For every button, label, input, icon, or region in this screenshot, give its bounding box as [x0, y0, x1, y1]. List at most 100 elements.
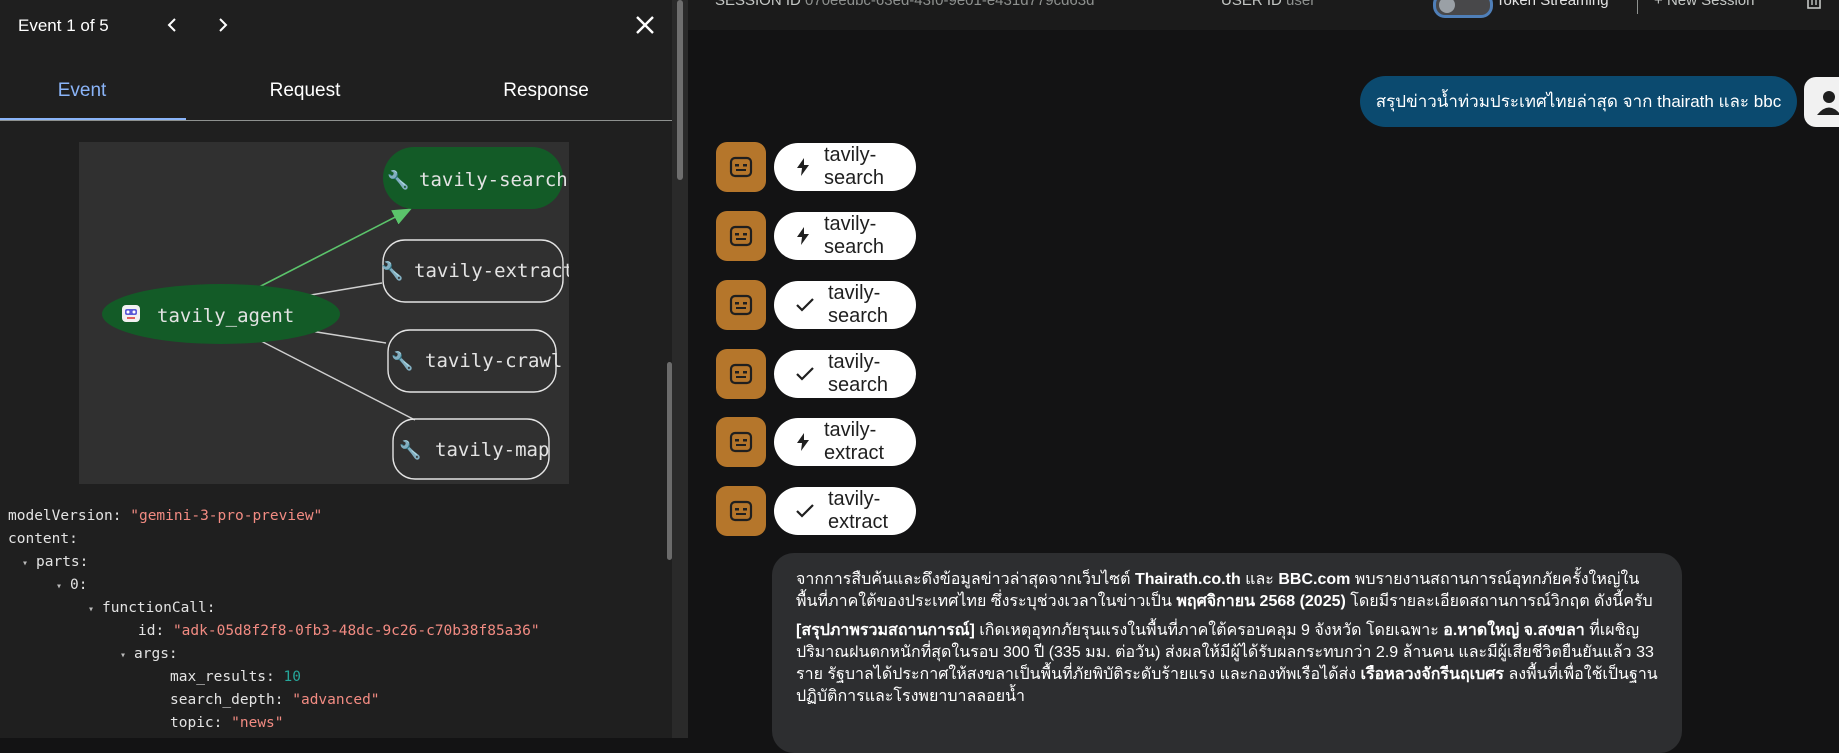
answer-text: โดยมีรายละเอียดสถานการณ์วิกฤต ดังนี้ครับ: [1345, 593, 1653, 610]
event-navigation-header: Event 1 of 5: [0, 0, 672, 52]
panel-scrollbar-thumb[interactable]: [677, 0, 683, 180]
answer-text: เกิดเหตุอุทกภัยรุนแรงในพื้นที่ภาคใต้ครอบ…: [974, 622, 1444, 639]
robot-icon: [729, 363, 753, 385]
function-chip-label: tavily-search: [828, 282, 889, 327]
bolt-icon: [796, 433, 810, 451]
new-session-label: New Session: [1666, 0, 1755, 9]
answer-bold-text: อ.หาดใหญ่ จ.สงขลา: [1443, 622, 1585, 639]
bot-avatar[interactable]: [716, 349, 766, 399]
check-icon: [796, 296, 814, 314]
bolt-icon: [796, 227, 810, 245]
json-key: content: [8, 531, 70, 547]
user-id-value: user: [1286, 0, 1316, 9]
function-response-chip[interactable]: tavily-search: [774, 281, 917, 329]
session-id: SESSION ID 070eedbc-63ed-43f0-9e01-e431d…: [715, 0, 1094, 9]
json-key: max_results: [170, 669, 267, 685]
check-icon: [796, 365, 814, 383]
answer-paragraph-2: [สรุปภาพรวมสถานการณ์] เกิดเหตุอุทกภัยรุน…: [796, 620, 1658, 708]
function-chip-label: tavily-search: [828, 351, 889, 396]
close-panel-button[interactable]: [630, 10, 660, 40]
bot-avatar[interactable]: [716, 280, 766, 330]
session-id-label: SESSION ID: [715, 0, 801, 9]
check-icon: [796, 502, 814, 520]
json-row-index[interactable]: ▾ 0:: [56, 574, 458, 597]
event-counter: Event 1 of 5: [18, 16, 109, 35]
trash-icon: [1807, 0, 1821, 9]
bot-avatar[interactable]: [716, 417, 766, 467]
expand-triangle-icon: ▾: [22, 558, 29, 569]
delete-session-button[interactable]: [1805, 0, 1823, 14]
robot-icon: [729, 156, 753, 178]
answer-bold-text: BBC.com: [1278, 571, 1351, 588]
json-key: args: [134, 646, 169, 662]
answer-paragraph-1: จากการสืบค้นและดึงข้อมูลข่าวล่าสุดจากเว็…: [796, 569, 1658, 613]
json-row-topic: topic: "news": [170, 715, 284, 731]
json-key: search_depth: [170, 692, 275, 708]
plus-icon: +: [1654, 0, 1663, 9]
json-key: functionCall: [102, 600, 207, 616]
new-session-button[interactable]: + New Session: [1654, 0, 1754, 9]
json-row-id: id: "adk-05d8f2f8-0fb3-48dc-9c26-c70b38f…: [138, 623, 540, 639]
json-row-content[interactable]: content:: [8, 528, 410, 551]
user-avatar: [1804, 77, 1839, 127]
bot-avatar[interactable]: [716, 211, 766, 261]
agent-response-message: จากการสืบค้นและดึงข้อมูลข่าวล่าสุดจากเว็…: [772, 553, 1682, 753]
topbar-divider: [1637, 0, 1638, 14]
function-response-chip[interactable]: tavily-search: [774, 350, 917, 398]
json-string: "adk-05d8f2f8-0fb3-48dc-9c26-c70b38f85a3…: [172, 623, 540, 639]
json-key: id: [138, 623, 156, 639]
user-id-label: USER ID: [1221, 0, 1282, 9]
wrench-icon: 🔧: [387, 169, 409, 190]
robot-icon: [122, 305, 140, 322]
tool-node-map-label: tavily-map: [435, 439, 549, 461]
person-icon: [1817, 91, 1839, 115]
wrench-icon: 🔧: [391, 350, 413, 371]
answer-bold-text: [สรุปภาพรวมสถานการณ์]: [796, 622, 975, 639]
json-row-max-results: max_results: 10: [170, 669, 301, 685]
token-streaming-label: Token Streaming: [1496, 0, 1609, 9]
chat-area: SESSION ID 070eedbc-63ed-43f0-9e01-e431d…: [688, 0, 1839, 753]
function-call-chip[interactable]: tavily-search: [774, 212, 917, 260]
agent-graph-svg: tavily_agent 🔧 tavily-search 🔧 tavily-ex…: [102, 147, 574, 480]
panel-resize-handle[interactable]: [672, 0, 688, 738]
tab-response[interactable]: Response: [450, 80, 642, 102]
json-string: "gemini-3-pro-preview": [130, 508, 323, 524]
json-key: topic: [170, 715, 214, 731]
close-icon: [636, 16, 654, 34]
json-row-functioncall[interactable]: ▾ functionCall:: [88, 597, 490, 620]
expand-triangle-icon: ▾: [56, 581, 63, 592]
wrench-icon: 🔧: [381, 260, 403, 281]
wrench-icon: 🔧: [399, 439, 421, 460]
json-row-parts[interactable]: ▾ parts:: [22, 551, 424, 574]
json-string: "advanced": [292, 692, 380, 708]
session-topbar: SESSION ID 070eedbc-63ed-43f0-9e01-e431d…: [688, 0, 1839, 30]
json-key: modelVersion: [8, 508, 113, 524]
function-response-chip[interactable]: tavily-extract: [774, 487, 917, 535]
json-row-args[interactable]: ▾ args:: [120, 643, 522, 666]
robot-icon: [729, 225, 753, 247]
function-call-chip[interactable]: tavily-extract: [774, 418, 917, 466]
function-chip-label: tavily-search: [824, 144, 885, 189]
function-chip-label: tavily-extract: [828, 488, 889, 533]
json-key: 0: [70, 577, 79, 593]
agent-node-label: tavily_agent: [157, 305, 294, 327]
next-event-button[interactable]: [209, 12, 235, 38]
chevron-left-icon: [167, 18, 176, 32]
event-json-tree: modelVersion: "gemini-3-pro-preview" con…: [8, 505, 540, 735]
robot-icon: [729, 431, 753, 453]
panel-tabs: Event Request Response: [0, 68, 672, 121]
tool-node-search-label: tavily-search: [419, 169, 568, 191]
json-row-search-depth: search_depth: "advanced": [170, 692, 380, 708]
token-streaming-toggle[interactable]: [1433, 0, 1493, 18]
robot-icon: [729, 500, 753, 522]
tab-request[interactable]: Request: [210, 80, 400, 102]
answer-bold-text: พฤศจิกายน 2568 (2025): [1176, 593, 1346, 610]
function-call-chip[interactable]: tavily-search: [774, 143, 917, 191]
previous-event-button[interactable]: [160, 12, 186, 38]
json-key: parts: [36, 554, 80, 570]
active-tab-indicator: [0, 118, 186, 120]
tab-event[interactable]: Event: [0, 80, 164, 102]
json-number: 10: [283, 669, 301, 685]
bot-avatar[interactable]: [716, 486, 766, 536]
bot-avatar[interactable]: [716, 142, 766, 192]
